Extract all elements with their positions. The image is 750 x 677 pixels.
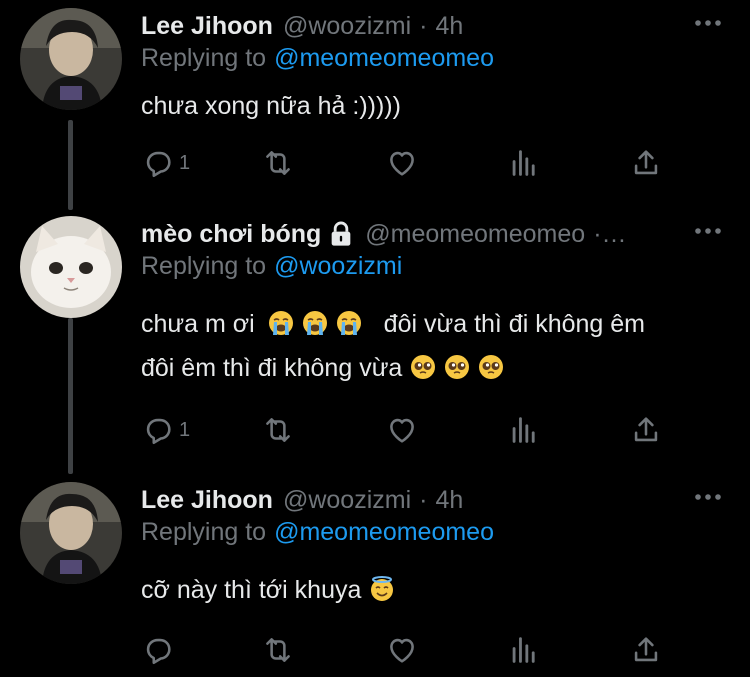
views-icon — [512, 637, 535, 663]
action-bar — [141, 632, 681, 668]
display-name[interactable]: mèo chơi bóng — [141, 220, 321, 249]
share-icon — [634, 637, 658, 662]
like-icon — [390, 151, 414, 176]
reply-button[interactable] — [141, 632, 179, 668]
share-button[interactable] — [629, 145, 663, 181]
more-icon[interactable] — [694, 492, 722, 502]
reply-icon — [146, 638, 171, 665]
tweet-thread: Lee Jihoon @woozizmi · 4h Replying to @me… — [0, 0, 750, 677]
replying-to-label: Replying to — [141, 518, 267, 546]
display-name[interactable]: Lee Jihoon — [141, 486, 273, 515]
share-icon — [634, 150, 658, 175]
avatar[interactable] — [20, 482, 122, 584]
tweet-header: Lee Jihoon @woozizmi · 4h — [141, 482, 463, 518]
text-segment: đôi vừa thì đi không êm — [383, 310, 645, 338]
views-icon — [512, 417, 535, 443]
like-button[interactable] — [385, 145, 419, 181]
more-icon[interactable] — [694, 18, 722, 28]
reply-count: 1 — [179, 151, 191, 174]
tweet-text: cỡ này thì tới khuya — [141, 568, 403, 612]
replying-to: Replying to @woozizmi — [141, 252, 402, 281]
views-icon — [512, 150, 535, 176]
tweet-text-line: chưa xong nữa hả :))))) — [141, 92, 401, 120]
like-button[interactable] — [385, 632, 419, 668]
more-icon[interactable] — [694, 226, 722, 236]
like-icon — [390, 418, 414, 443]
timestamp[interactable]: 4h — [435, 12, 463, 41]
separator-dot: · — [419, 11, 428, 40]
reply-button[interactable]: 1 — [141, 412, 190, 448]
replying-to: Replying to @meomeomeomeo — [141, 518, 494, 547]
handle[interactable]: @meomeomeomeo — [365, 220, 585, 249]
pleading-emoji — [445, 355, 470, 379]
tweet-header: Lee Jihoon @woozizmi · 4h — [141, 8, 463, 44]
retweet-button[interactable] — [261, 145, 295, 181]
text-segment: đôi êm thì đi không vừa — [141, 354, 403, 382]
action-bar: 1 — [141, 412, 681, 448]
share-icon — [634, 417, 658, 442]
loudly-crying-emoji — [336, 311, 361, 335]
lock-icon — [331, 221, 351, 246]
text-segment: chưa m ơi — [141, 310, 255, 338]
handle[interactable]: @woozizmi — [283, 12, 411, 41]
retweet-icon — [266, 151, 290, 175]
views-button[interactable] — [507, 412, 541, 448]
like-icon — [390, 638, 414, 663]
like-button[interactable] — [385, 412, 419, 448]
views-button[interactable] — [507, 145, 541, 181]
loudly-crying-emoji — [268, 311, 293, 335]
tweet[interactable]: Lee Jihoon @woozizmi · 4h Replying to @me… — [0, 474, 750, 677]
retweet-icon — [266, 638, 290, 662]
handle[interactable]: @woozizmi — [283, 486, 411, 515]
display-name[interactable]: Lee Jihoon — [141, 12, 273, 41]
avatar[interactable] — [20, 216, 122, 318]
truncated-timestamp: ·… — [593, 219, 627, 248]
separator-dot: · — [419, 485, 428, 514]
reply-button[interactable]: 1 — [141, 145, 190, 181]
replying-to: Replying to @meomeomeomeo — [141, 44, 494, 73]
reply-icon — [146, 418, 171, 445]
tweet-header: mèo chơi bóng @meomeomeomeo ·… — [141, 216, 635, 252]
retweet-button[interactable] — [261, 632, 295, 668]
reply-icon — [146, 151, 171, 178]
views-button[interactable] — [507, 632, 541, 668]
share-button[interactable] — [629, 412, 663, 448]
halo-emoji — [371, 576, 394, 601]
tweet-text-line: đôi êm thì đi không vừa — [141, 346, 645, 390]
mention-link[interactable]: @meomeomeomeo — [274, 44, 494, 72]
share-button[interactable] — [629, 632, 663, 668]
timestamp[interactable]: 4h — [435, 486, 463, 515]
loudly-crying-emoji — [302, 311, 327, 335]
tweet-text: chưa xong nữa hả :))))) — [141, 84, 401, 128]
tweet[interactable]: mèo chơi bóng @meomeomeomeo ·… Replying … — [0, 208, 750, 470]
pleading-emoji — [411, 355, 436, 379]
tweet[interactable]: Lee Jihoon @woozizmi · 4h Replying to @me… — [0, 0, 750, 200]
avatar[interactable] — [20, 8, 122, 110]
mention-link[interactable]: @meomeomeomeo — [274, 518, 494, 546]
retweet-icon — [266, 418, 290, 442]
retweet-button[interactable] — [261, 412, 295, 448]
replying-to-label: Replying to — [141, 252, 267, 280]
tweet-text-line: cỡ này thì tới khuya — [141, 576, 362, 604]
mention-link[interactable]: @woozizmi — [274, 252, 402, 280]
action-bar: 1 — [141, 145, 681, 181]
reply-count: 1 — [179, 418, 191, 441]
pleading-emoji — [479, 355, 504, 379]
tweet-text-line: chưa m ơi đôi vừa thì đi không êm — [141, 302, 645, 346]
replying-to-label: Replying to — [141, 44, 267, 72]
tweet-text: chưa m ơi đôi vừa thì đi không êm đôi êm… — [141, 302, 645, 390]
